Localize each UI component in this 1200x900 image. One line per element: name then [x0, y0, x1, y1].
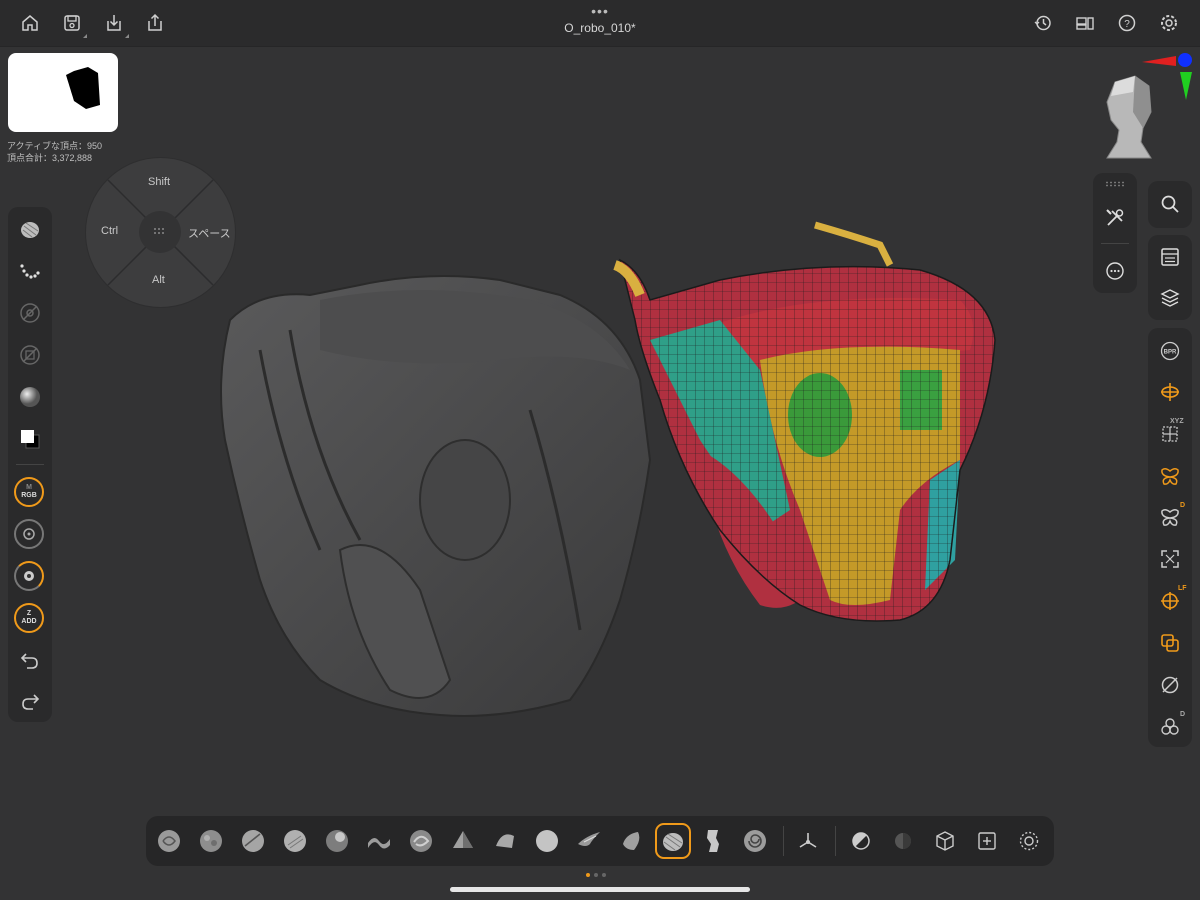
modifier-pad-center[interactable] — [139, 211, 181, 253]
symmetry-icon[interactable] — [1157, 463, 1183, 489]
ctrl-key[interactable]: Ctrl — [101, 225, 118, 237]
tool-palette-icon[interactable] — [1157, 244, 1183, 270]
d2-tag: D — [1180, 711, 1186, 718]
grey-sculpt-model — [220, 275, 652, 717]
color-swatch-icon[interactable] — [17, 426, 43, 452]
grid-dots-icon — [154, 228, 164, 234]
active-vertices-label: アクティブな頂点：950 — [7, 141, 103, 151]
more-menu-dots[interactable]: ••• — [0, 3, 1200, 19]
brush-inflate-icon[interactable] — [321, 825, 353, 857]
brush-hpolish-icon[interactable] — [279, 825, 311, 857]
z-add-top: Z — [26, 610, 32, 617]
brush-curve-tube-icon[interactable] — [697, 825, 729, 857]
frame-icon[interactable] — [1157, 546, 1183, 572]
rgb-mode-toggle[interactable]: M RGB — [14, 477, 44, 507]
alt-key[interactable]: Alt — [152, 274, 165, 286]
layers-icon[interactable] — [1157, 285, 1183, 311]
history-icon[interactable] — [1030, 10, 1056, 36]
redo-icon[interactable] — [17, 688, 43, 714]
transparency-icon[interactable] — [1157, 630, 1183, 656]
brush-bar-divider — [783, 826, 784, 856]
brush-slash-icon[interactable] — [615, 825, 647, 857]
gizmo-transform-icon[interactable] — [792, 825, 824, 857]
settings-icon[interactable] — [1156, 10, 1182, 36]
brush-snakehook-icon[interactable] — [573, 825, 605, 857]
alpha-off-icon[interactable] — [17, 300, 43, 326]
view-head-navigator[interactable] — [1097, 72, 1159, 160]
search-icon[interactable] — [1157, 191, 1183, 217]
brush-smooth-icon[interactable] — [531, 825, 563, 857]
brush-bar — [146, 816, 1054, 866]
material-sphere-icon[interactable] — [17, 384, 43, 410]
lf-tag: LF — [1178, 585, 1187, 592]
xyz-tag: XYZ — [1170, 418, 1184, 425]
bpr-label: BPR — [1164, 350, 1177, 356]
z-add-toggle[interactable]: Z ADD — [14, 603, 44, 633]
more-options-icon[interactable] — [1102, 258, 1128, 284]
page-dot-3 — [602, 873, 606, 877]
matcap-off-icon[interactable] — [887, 825, 919, 857]
space-key[interactable]: スペース — [188, 225, 231, 241]
ghost-icon[interactable] — [1157, 672, 1183, 698]
polygroup-model — [613, 221, 996, 622]
texture-off-icon[interactable] — [17, 342, 43, 368]
brush-pinch-icon[interactable] — [405, 825, 437, 857]
page-dot-1 — [586, 873, 590, 877]
top-bar: ••• O_robo_010* ? — [0, 0, 1200, 47]
home-indicator[interactable] — [450, 887, 750, 892]
current-brush-icon[interactable] — [17, 216, 43, 242]
polyframe-icon[interactable] — [845, 825, 877, 857]
shift-key[interactable]: Shift — [148, 176, 170, 188]
draw-size-icon — [24, 571, 34, 581]
brush-bar-divider-2 — [835, 826, 836, 856]
tools-icon[interactable] — [1102, 205, 1128, 231]
brush-move-icon[interactable] — [363, 825, 395, 857]
document-title: O_robo_010* — [564, 21, 636, 35]
dynamic-subdiv-icon[interactable] — [1013, 825, 1045, 857]
brush-dam-standard-icon[interactable] — [237, 825, 269, 857]
help-icon[interactable]: ? — [1114, 10, 1140, 36]
brush-current-selected-icon[interactable] — [655, 823, 691, 859]
toolbar-divider — [16, 464, 44, 465]
panel-divider — [1101, 243, 1129, 244]
rgb-mode-label: RGB — [21, 492, 37, 499]
z-add-label: ADD — [21, 618, 37, 625]
layout-icon[interactable] — [1072, 10, 1098, 36]
rgb-intensity-dial[interactable] — [14, 519, 44, 549]
d-tag: D — [1180, 502, 1186, 509]
page-dot-2 — [594, 873, 598, 877]
brush-trim-dynamic-icon[interactable] — [447, 825, 479, 857]
viewport-models[interactable] — [200, 210, 1020, 730]
view-tools-panel: BPR XYZ D LF D — [1148, 328, 1192, 747]
model-thumbnail[interactable] — [8, 53, 118, 132]
thumbnail-silhouette — [66, 67, 100, 109]
svg-text:?: ? — [1124, 19, 1130, 30]
tool-options-panel — [1093, 173, 1137, 293]
left-toolbar: M RGB Z ADD — [8, 207, 52, 722]
brush-zremesher-icon[interactable] — [739, 825, 771, 857]
cube-view-icon[interactable] — [929, 825, 961, 857]
modifier-key-pad[interactable]: Shift Ctrl スペース Alt — [85, 157, 236, 308]
docs-panel — [1148, 235, 1192, 320]
rgb-mode-top: M — [26, 484, 32, 491]
page-indicator — [586, 873, 606, 877]
bpr-render-button[interactable]: BPR — [1157, 338, 1183, 364]
perspective-icon[interactable] — [1157, 379, 1183, 405]
frame-fit-icon[interactable] — [971, 825, 1003, 857]
undo-icon[interactable] — [17, 647, 43, 673]
brush-clay-icon[interactable] — [195, 825, 227, 857]
brush-planar-icon[interactable] — [489, 825, 521, 857]
draw-size-dial[interactable] — [14, 561, 44, 591]
intensity-icon — [23, 528, 35, 540]
drag-handle-icon[interactable] — [1105, 181, 1125, 187]
search-panel — [1148, 181, 1192, 228]
stroke-dots-icon[interactable] — [17, 258, 43, 284]
brush-clay-buildup-icon[interactable] — [153, 825, 185, 857]
